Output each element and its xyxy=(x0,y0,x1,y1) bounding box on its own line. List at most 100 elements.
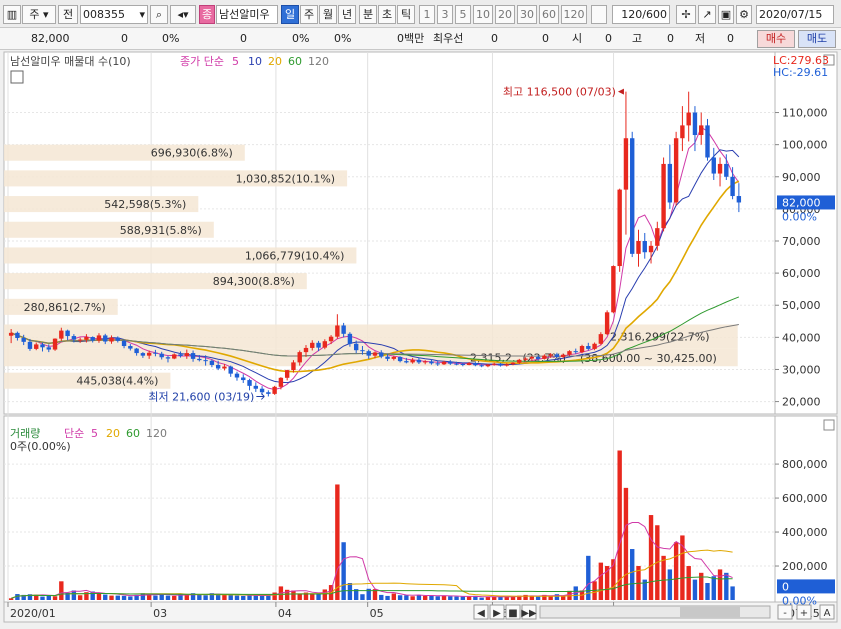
volume-tick-label: 200,000 xyxy=(782,560,828,573)
quote-change: 0 xyxy=(121,32,128,45)
volume-bar xyxy=(46,595,51,600)
gear-icon[interactable]: ⚙ xyxy=(736,5,752,24)
price-panel-title: 남선알미우 매물대 수(10) xyxy=(10,54,131,68)
stock-name-field[interactable]: 남선알미우 xyxy=(216,5,278,24)
crosshair-icon[interactable]: ✢ xyxy=(676,5,696,24)
buy-button[interactable]: 매수 xyxy=(757,30,795,48)
candle-body xyxy=(46,347,51,350)
zoom-out-button-label: - xyxy=(783,608,787,619)
candle-body xyxy=(15,332,20,338)
candle-body xyxy=(579,346,585,353)
volume-bar xyxy=(717,569,723,600)
candle-body xyxy=(222,366,227,369)
quote-high-label: 고 xyxy=(632,32,643,45)
volume-bar xyxy=(705,583,710,600)
tab-tick[interactable]: 틱 xyxy=(397,5,415,24)
interval-custom-button[interactable] xyxy=(591,5,607,24)
volume-bar xyxy=(241,595,246,600)
volume-profile-label: 542,598(5.3%) xyxy=(104,198,186,211)
candle-body xyxy=(353,343,359,351)
ma5-legend: 5 xyxy=(232,55,239,68)
volume-bar xyxy=(648,515,654,600)
chart-menu-icon[interactable]: ▥ xyxy=(3,5,21,24)
candle-body xyxy=(473,363,478,366)
candle-body xyxy=(284,370,290,378)
volume-bar xyxy=(492,596,497,600)
candle-body xyxy=(680,125,685,139)
chart-svg[interactable]: 110,000100,00090,00080,00070,00060,00050… xyxy=(0,50,841,626)
candle-body xyxy=(598,334,604,344)
price-tick-label: 100,000 xyxy=(782,139,828,152)
interval-1[interactable]: 1 xyxy=(419,5,435,24)
volume-bar xyxy=(222,594,227,600)
save-icon[interactable]: ▣ xyxy=(718,5,734,24)
volume-bar xyxy=(59,581,64,600)
volume-tick-label: 400,000 xyxy=(782,526,828,539)
interval-20[interactable]: 20 xyxy=(495,5,515,24)
volume-profile-label: 1,066,779(10.4%) xyxy=(245,249,345,262)
tab-minute[interactable]: 분 xyxy=(359,5,377,24)
candle-body xyxy=(561,354,566,357)
candle-body xyxy=(310,342,315,348)
interval-10[interactable]: 10 xyxy=(473,5,493,24)
candle-body xyxy=(573,351,578,353)
volume-bar xyxy=(673,542,679,600)
tab-day[interactable]: 일 xyxy=(281,5,299,24)
candle-body xyxy=(77,339,83,341)
scrollbar-thumb[interactable] xyxy=(680,607,740,617)
volume-bar xyxy=(77,595,83,600)
candle-body xyxy=(165,357,171,359)
date-input[interactable]: 2020/07/15 xyxy=(756,5,834,24)
quote-value-2-pct: 0% xyxy=(292,32,310,45)
candle-body xyxy=(234,373,240,378)
candle-body xyxy=(642,241,647,253)
vol-ma20-legend: 20 xyxy=(106,427,120,440)
prev-period-button[interactable]: 전 xyxy=(58,5,78,24)
interval-120[interactable]: 120 xyxy=(561,5,587,24)
volume-bar xyxy=(391,593,397,600)
candle-body xyxy=(529,356,535,359)
volume-bar xyxy=(454,596,459,600)
quote-low-value: 0 xyxy=(727,32,734,45)
candle-body xyxy=(322,341,328,348)
candle-body xyxy=(90,337,95,341)
tab-second[interactable]: 초 xyxy=(378,5,396,24)
interval-30[interactable]: 30 xyxy=(517,5,537,24)
tab-month[interactable]: 월 xyxy=(319,5,337,24)
interval-3[interactable]: 3 xyxy=(437,5,453,24)
interval-60[interactable]: 60 xyxy=(539,5,559,24)
volume-panel-close-icon[interactable] xyxy=(823,419,835,431)
candle-body xyxy=(128,346,133,349)
speaker-icon[interactable]: ◂▾ xyxy=(170,5,196,24)
count-input[interactable]: 120/600 xyxy=(612,5,670,24)
volume-bar xyxy=(623,487,629,600)
quote-value-3-pct: 0% xyxy=(334,32,352,45)
current-pct-label: 0.00% xyxy=(782,210,817,223)
period-select[interactable]: 주 ▾ xyxy=(22,5,56,24)
price-ma-label: 종가 단순 xyxy=(180,55,224,68)
candle-body xyxy=(372,352,378,356)
tab-year[interactable]: 년 xyxy=(338,5,356,24)
stock-code-input[interactable]: 008355 ▾ xyxy=(80,5,148,24)
draw-tool-icon[interactable]: ↗ xyxy=(698,5,716,24)
sell-button[interactable]: 매도 xyxy=(798,30,836,48)
chart-area[interactable]: 110,000100,00090,00080,00070,00060,00050… xyxy=(0,50,841,626)
vol-ma5-legend: 5 xyxy=(91,427,98,440)
tab-week[interactable]: 주 xyxy=(300,5,318,24)
candle-body xyxy=(253,385,258,389)
volume-bar xyxy=(686,566,691,600)
candle-body xyxy=(59,330,64,339)
candle-body xyxy=(479,365,484,367)
interval-5[interactable]: 5 xyxy=(455,5,471,24)
candle-body xyxy=(686,112,691,126)
candle-body xyxy=(247,380,252,386)
candle-body xyxy=(34,344,39,349)
quote-value-2: 0 xyxy=(240,32,247,45)
search-icon[interactable]: ⌕ xyxy=(150,5,168,24)
volume-bar xyxy=(548,596,553,600)
candle-body xyxy=(272,386,277,394)
candle-body xyxy=(115,337,120,341)
ma20-legend: 20 xyxy=(268,55,282,68)
candle-body xyxy=(492,363,497,365)
price-tick-label: 110,000 xyxy=(782,107,828,120)
